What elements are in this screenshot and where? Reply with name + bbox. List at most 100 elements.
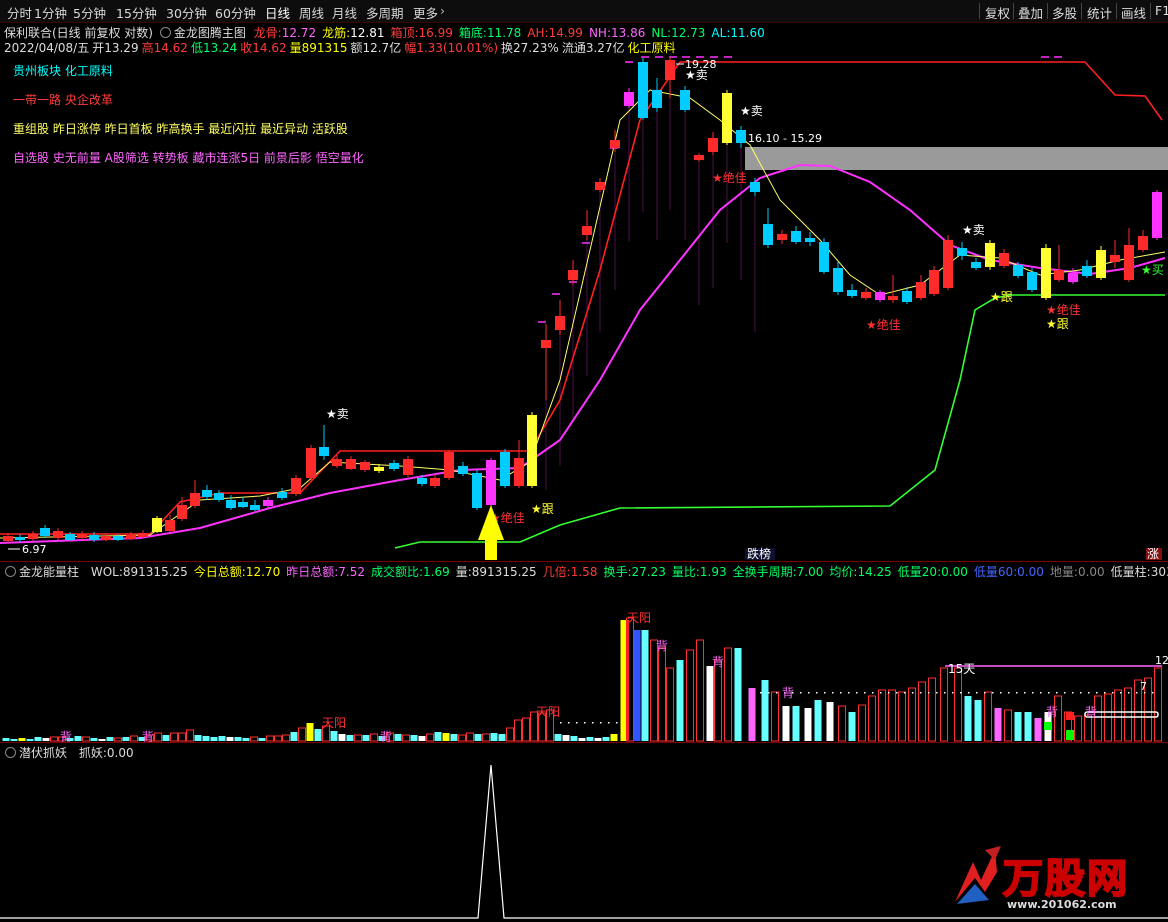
volume-bar bbox=[202, 736, 210, 741]
volume-bar bbox=[570, 736, 578, 741]
tab-15min[interactable]: 15分钟 bbox=[116, 3, 157, 22]
volume-bar bbox=[98, 739, 106, 741]
logo-icon bbox=[955, 846, 1001, 904]
tab-5min[interactable]: 5分钟 bbox=[73, 3, 106, 22]
separator bbox=[1081, 3, 1082, 19]
candle-body bbox=[805, 238, 815, 242]
volume-bar bbox=[114, 737, 122, 742]
candlestick-chart[interactable]: 19.286.9716.10 - 15.29★卖★卖★卖★卖★跟★跟★跟★绝佳★… bbox=[0, 55, 1168, 560]
volume-bar bbox=[1074, 715, 1082, 742]
candle-body bbox=[1013, 265, 1023, 276]
volume-marker bbox=[1066, 730, 1074, 740]
main_params-value: 13.86 bbox=[610, 26, 646, 40]
dot-marker bbox=[848, 692, 850, 694]
vol_panel.items-value: 27.23 bbox=[631, 565, 666, 579]
dot-marker bbox=[936, 692, 938, 694]
bottom-indicator-name[interactable]: 潜伏抓妖 bbox=[19, 746, 67, 760]
candle-body bbox=[430, 478, 440, 486]
tab-weekly[interactable]: 周线 bbox=[299, 3, 324, 22]
volume-bar bbox=[1034, 718, 1042, 741]
bei-label: 背 bbox=[782, 686, 794, 700]
candle-body bbox=[819, 242, 829, 272]
tab-30min[interactable]: 30分钟 bbox=[166, 3, 207, 22]
main_params-label: NL: bbox=[651, 26, 672, 40]
candle-body bbox=[750, 182, 760, 192]
volume-chart[interactable]: 天阳天阳天阳背背背背 背背背背15天712 bbox=[0, 580, 1168, 743]
f1-button[interactable]: F1 bbox=[1155, 3, 1168, 18]
candle-body bbox=[888, 296, 898, 300]
candle-body bbox=[1027, 272, 1037, 290]
volume-bar bbox=[434, 732, 442, 741]
tab-daily[interactable]: 日线 bbox=[265, 3, 290, 22]
volume-bar bbox=[490, 733, 498, 741]
period-tab-bar: 分时 1分钟 5分钟 15分钟 30分钟 60分钟 日线 周线 月线 多周期 更… bbox=[0, 0, 1168, 23]
volume-bar bbox=[724, 647, 732, 742]
candle-body bbox=[943, 240, 953, 288]
dot-marker bbox=[1056, 692, 1058, 694]
indicator-settings-icon[interactable] bbox=[159, 27, 171, 38]
volume-bar bbox=[984, 691, 992, 742]
candle-body bbox=[417, 478, 427, 484]
candle-body bbox=[444, 452, 454, 478]
volume-bar bbox=[42, 738, 50, 741]
quote-field: 换27.23% bbox=[501, 41, 559, 55]
candle-body bbox=[28, 534, 38, 539]
tab-monthly[interactable]: 月线 bbox=[332, 3, 357, 22]
bottom-panel-header: 潜伏抓妖 抓妖:0.00 bbox=[0, 744, 1168, 761]
main_params-label: NH: bbox=[588, 26, 611, 40]
follow-signal: ★跟 bbox=[990, 290, 1013, 304]
candle-body bbox=[833, 268, 843, 292]
brand-name: 万股网 bbox=[1002, 855, 1129, 903]
volume-bar bbox=[908, 687, 916, 742]
candle-body bbox=[250, 505, 260, 510]
draw-line-button[interactable]: 画线 bbox=[1121, 3, 1146, 22]
overlay-button[interactable]: 叠加 bbox=[1018, 3, 1043, 22]
volume-bar bbox=[234, 737, 242, 741]
volume-bar bbox=[250, 736, 258, 742]
tianyang-label: 天阳 bbox=[627, 611, 651, 625]
candle-body bbox=[190, 493, 200, 506]
tab-1min[interactable]: 1分钟 bbox=[34, 3, 67, 22]
candle-body bbox=[389, 463, 399, 469]
volume-bar bbox=[878, 689, 886, 742]
candle-body bbox=[568, 270, 578, 280]
volume-indicator-name[interactable]: 金龙能量柱 bbox=[19, 565, 79, 579]
main_params-label: AH: bbox=[527, 26, 549, 40]
tab-minute-chart[interactable]: 分时 bbox=[7, 3, 32, 22]
bei-label: 背 bbox=[1085, 705, 1097, 719]
panel-settings-icon[interactable] bbox=[5, 747, 16, 758]
dot-marker bbox=[1024, 692, 1026, 694]
dot-marker bbox=[1080, 692, 1082, 694]
multi-stock-button[interactable]: 多股 bbox=[1052, 3, 1077, 22]
main_params-label: 龙骨: bbox=[253, 26, 282, 40]
volume-bar bbox=[82, 736, 90, 742]
volume-bar bbox=[298, 727, 306, 742]
chevron-right-icon[interactable]: › bbox=[440, 3, 445, 18]
candle-body bbox=[332, 459, 342, 466]
separator bbox=[979, 3, 980, 19]
dot-marker bbox=[920, 692, 922, 694]
dot-marker bbox=[944, 692, 946, 694]
vol_panel.items-value: 1.58 bbox=[570, 565, 598, 579]
candle-body bbox=[40, 528, 50, 536]
volume-bar bbox=[346, 735, 354, 741]
volume-bar bbox=[792, 706, 800, 741]
restore-rights-button[interactable]: 复权 bbox=[985, 3, 1010, 22]
best-signal: ★绝佳 bbox=[712, 170, 747, 185]
volume-bar bbox=[633, 630, 641, 741]
statistics-button[interactable]: 统计 bbox=[1087, 3, 1112, 22]
panel-settings-icon[interactable] bbox=[5, 566, 16, 577]
dot-marker bbox=[584, 722, 586, 724]
candle-body bbox=[902, 291, 912, 302]
dot-marker bbox=[800, 692, 802, 694]
indicator-name[interactable]: 金龙图腾主图 bbox=[174, 26, 246, 40]
tab-more[interactable]: 更多 bbox=[413, 3, 438, 22]
volume-bar bbox=[130, 735, 138, 742]
tab-multi-period[interactable]: 多周期 bbox=[366, 3, 404, 22]
volume-bar bbox=[266, 735, 274, 742]
volume-bar bbox=[162, 735, 170, 741]
vol_panel.items-label: 成交额比: bbox=[370, 565, 424, 579]
quote-field: 2022/04/08/五 bbox=[4, 41, 90, 55]
best-signal: ★绝佳 bbox=[866, 317, 901, 332]
tab-60min[interactable]: 60分钟 bbox=[215, 3, 256, 22]
